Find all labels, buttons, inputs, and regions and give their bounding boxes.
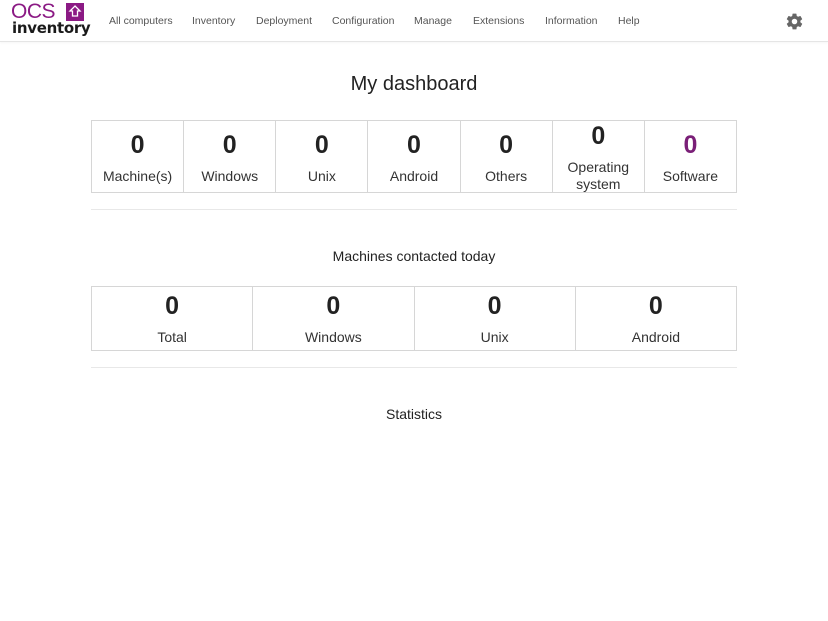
stat-label: Operating system [567,159,630,192]
section-divider [91,367,737,368]
stat-label: Android [631,329,680,345]
logo-inventory-text: inventory [12,19,91,37]
nav-item-inventory[interactable]: Inventory [192,15,235,27]
nav-item-deployment[interactable]: Deployment [256,15,312,27]
stat-value: 0 [326,292,341,320]
stat-label: Windows [304,329,362,345]
nav-item-configuration[interactable]: Configuration [332,15,394,27]
top-navbar: OCS inventory All computers Inventory De… [0,0,828,42]
stat-value: 0 [222,131,237,159]
stat-value: 0 [499,131,514,159]
stat-operating-system[interactable]: 0 Operating system [553,121,645,192]
stat-label: Android [389,168,439,184]
stat-android[interactable]: 0 Android [368,121,461,192]
contacted-android[interactable]: 0 Android [576,287,736,350]
stat-value: 0 [683,131,698,159]
stat-value: 0 [487,292,502,320]
stat-unix[interactable]: 0 Unix [276,121,369,192]
stat-value: 0 [130,131,145,159]
contacted-unix[interactable]: 0 Unix [415,287,576,350]
ocs-inventory-logo[interactable]: OCS inventory [11,1,91,37]
nav-item-information[interactable]: Information [545,15,598,27]
stat-value: 0 [407,131,421,159]
section-divider [91,209,737,210]
stat-value: 0 [165,292,180,320]
stat-machines[interactable]: 0 Machine(s) [92,121,185,192]
stat-others[interactable]: 0 Others [461,121,553,192]
stat-label: Machine(s) [102,168,173,184]
contacted-today-title: Machines contacted today [332,248,496,264]
nav-item-all-computers[interactable]: All computers [109,15,173,27]
stat-value: 0 [314,131,329,159]
nav-item-manage[interactable]: Manage [414,15,452,27]
stat-value: 0 [648,292,663,320]
stat-label: Software [662,168,719,184]
gear-icon[interactable] [785,12,804,31]
stat-software[interactable]: 0 Software [645,121,736,192]
stat-label: Windows [201,168,259,184]
nav-item-help[interactable]: Help [618,15,640,27]
summary-stats: 0 Machine(s) 0 Windows 0 Unix 0 Android … [91,120,737,193]
stat-windows[interactable]: 0 Windows [184,121,277,192]
stat-label: Unix [307,168,336,184]
contacted-total[interactable]: 0 Total [92,287,254,350]
nav-item-extensions[interactable]: Extensions [473,15,524,27]
page-title: My dashboard [350,73,478,95]
stat-value: 0 [591,122,606,150]
statistics-title: Statistics [385,406,442,422]
stat-label: Others [485,168,528,184]
contacted-today-stats: 0 Total 0 Windows 0 Unix 0 Android [91,286,737,351]
stat-label: Total [157,329,187,345]
contacted-windows[interactable]: 0 Windows [253,287,415,350]
stat-label: Unix [480,329,509,345]
